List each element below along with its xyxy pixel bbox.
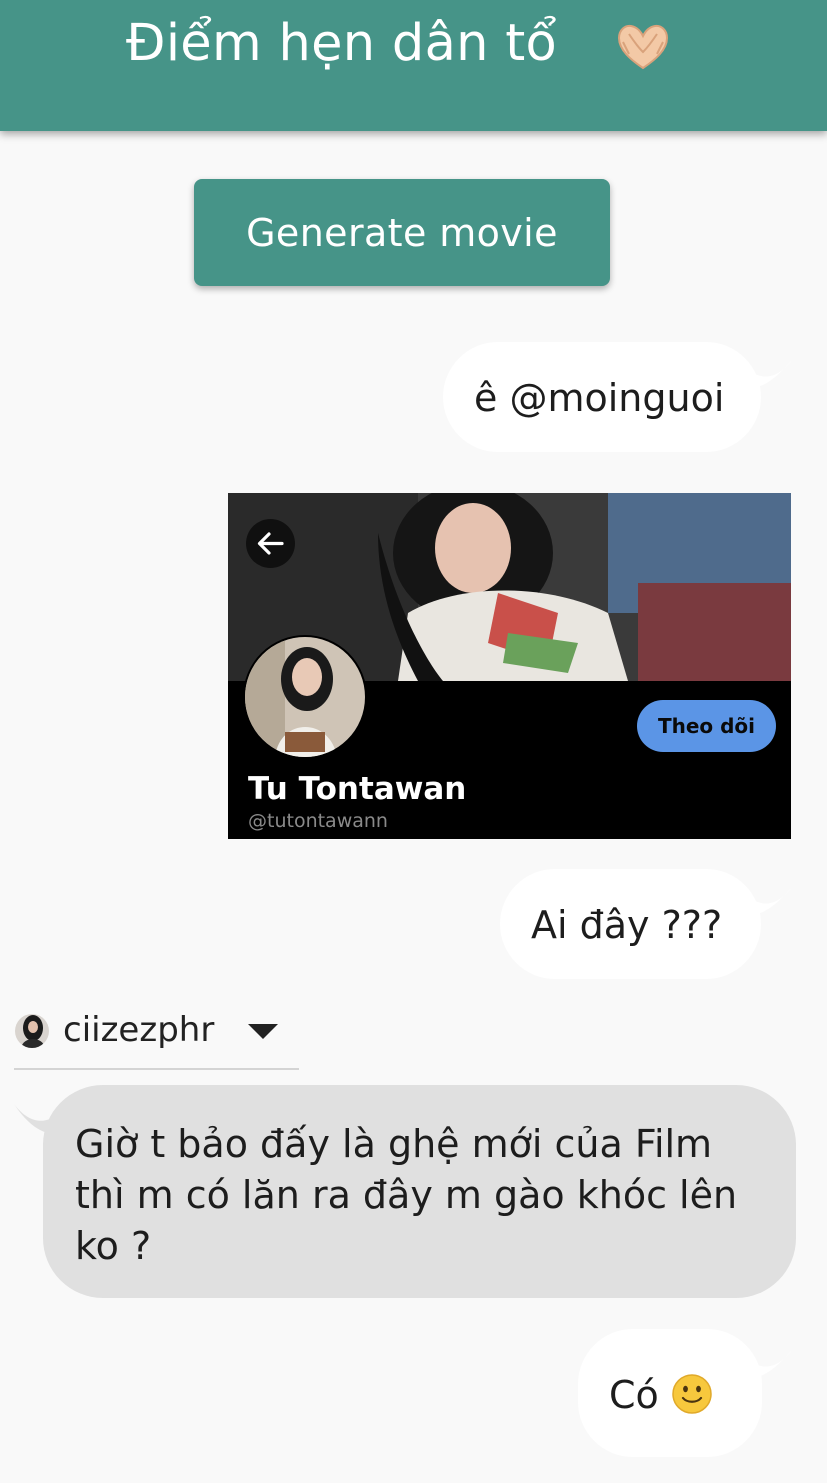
app-bar: Điểm hẹn dân tổ — [0, 0, 827, 131]
message-bubble-outgoing: Ai đây ??? — [500, 869, 761, 979]
message-text: Có — [609, 1373, 659, 1417]
message-bubble-incoming: Giờ t bảo đấy là ghệ mới của Film thì m … — [43, 1085, 796, 1298]
app-title: Điểm hẹn dân tổ — [126, 14, 558, 73]
follow-button[interactable]: Theo dõi — [637, 700, 776, 752]
slightly-smiling-face-icon — [672, 1374, 712, 1414]
profile-name: Tu Tontawan — [248, 771, 467, 807]
bubble-tail — [740, 1350, 792, 1378]
bubble-tail — [740, 887, 792, 915]
user-name: ciizezphr — [63, 1010, 215, 1050]
message-bubble-outgoing: ê @moinguoi — [443, 342, 761, 452]
back-button[interactable] — [246, 519, 295, 568]
generate-movie-button[interactable]: Generate movie — [194, 179, 610, 286]
message-text: Giờ t bảo đấy là ghệ mới của Film thì m … — [75, 1122, 738, 1268]
arrow-left-icon — [257, 532, 284, 555]
message-bubble-outgoing: Có — [578, 1329, 762, 1457]
message-text: Ai đây ??? — [531, 903, 723, 947]
bubble-tail — [740, 360, 792, 388]
profile-handle: @tutontawann — [248, 810, 388, 832]
profile-avatar[interactable] — [243, 635, 367, 759]
chevron-down-icon[interactable] — [248, 1024, 278, 1039]
profile-card[interactable]: Theo dõi Tu Tontawan @tutontawann — [228, 493, 791, 839]
user-avatar — [15, 1014, 49, 1048]
user-selector-dropdown[interactable]: ciizezphr — [14, 1010, 299, 1070]
heart-hands-icon — [617, 24, 669, 70]
message-text: ê @moinguoi — [474, 376, 725, 420]
